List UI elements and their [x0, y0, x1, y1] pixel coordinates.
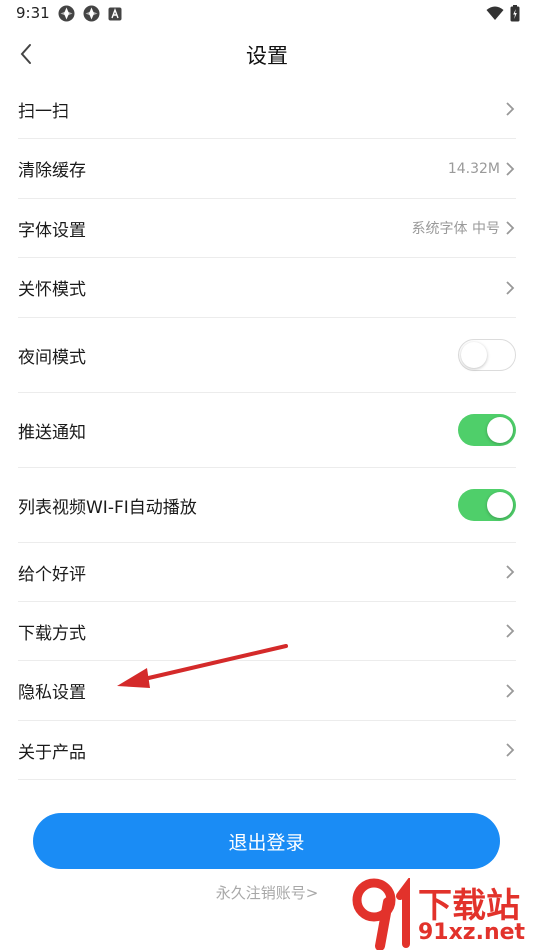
settings-item-label: 夜间模式	[18, 347, 86, 368]
settings-item-wifi-autoplay: 列表视频WI-FI自动播放	[18, 468, 516, 543]
header: 设置	[0, 28, 534, 80]
settings-item-download-method[interactable]: 下载方式	[18, 602, 516, 661]
settings-item-font[interactable]: 字体设置 系统字体 中号	[18, 199, 516, 258]
settings-item-night-mode: 夜间模式	[18, 318, 516, 393]
settings-item-label: 清除缓存	[18, 161, 86, 181]
chevron-right-icon	[506, 624, 515, 638]
settings-item-label: 下载方式	[18, 623, 86, 644]
settings-item-label: 字体设置	[18, 220, 86, 241]
status-time: 9:31	[16, 4, 50, 22]
status-bar: 9:31	[0, 0, 534, 28]
settings-item-clear-cache[interactable]: 清除缓存 14.32M	[18, 139, 516, 199]
cache-size-value: 14.32M	[447, 160, 500, 177]
notification-icon	[83, 5, 100, 22]
settings-item-rate-app[interactable]: 给个好评	[18, 543, 516, 602]
settings-item-label: 隐私设置	[18, 683, 86, 703]
chevron-right-icon	[506, 565, 515, 579]
settings-item-care-mode[interactable]: 关怀模式	[18, 258, 516, 318]
font-setting-value: 系统字体 中号	[411, 221, 500, 237]
settings-item-scan[interactable]: 扫一扫	[18, 80, 516, 139]
settings-item-about[interactable]: 关于产品	[18, 721, 516, 780]
settings-item-label: 关怀模式	[18, 280, 86, 300]
page-title: 设置	[246, 44, 288, 68]
settings-item-push-notifications: 推送通知	[18, 393, 516, 468]
settings-item-label: 给个好评	[18, 564, 86, 585]
chevron-right-icon	[506, 280, 515, 295]
chevron-right-icon	[506, 161, 515, 176]
app-icon	[108, 7, 122, 20]
logout-button[interactable]: 退出登录	[33, 813, 500, 869]
settings-item-label: 推送通知	[18, 422, 86, 443]
status-icons-right	[486, 5, 520, 22]
settings-item-label: 关于产品	[18, 742, 86, 763]
push-notifications-toggle[interactable]	[458, 414, 516, 446]
chevron-right-icon	[506, 102, 515, 116]
settings-item-label: 扫一扫	[18, 101, 69, 122]
battery-icon	[510, 5, 520, 22]
wifi-icon	[486, 6, 504, 20]
watermark-url: 91xz.net	[418, 920, 526, 945]
chevron-right-icon	[506, 743, 515, 757]
settings-list: 扫一扫 清除缓存 14.32M 字体设置 系统字体 中号 关怀模式 夜间模式 推…	[0, 80, 534, 780]
night-mode-toggle[interactable]	[458, 339, 516, 371]
watermark-logo-icon	[352, 878, 410, 950]
watermark: 下载站 91xz.net	[348, 878, 534, 950]
status-icons-left	[58, 5, 122, 22]
settings-item-privacy[interactable]: 隐私设置	[18, 661, 516, 721]
chevron-right-icon	[506, 221, 515, 235]
settings-item-label: 列表视频WI-FI自动播放	[18, 497, 197, 518]
notification-icon	[58, 5, 75, 22]
chevron-right-icon	[506, 683, 515, 698]
wifi-autoplay-toggle[interactable]	[458, 489, 516, 521]
